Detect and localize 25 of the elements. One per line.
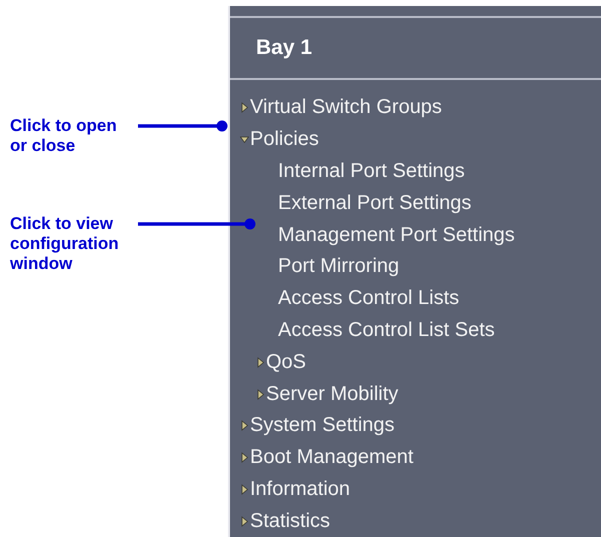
tree-item[interactable]: Virtual Switch Groups — [250, 96, 442, 120]
triangle-down-icon[interactable] — [240, 134, 249, 146]
tree-item[interactable]: QoS — [266, 350, 306, 374]
tree-item[interactable]: Policies — [250, 128, 319, 152]
triangle-right-icon[interactable] — [240, 452, 249, 464]
panel-title: Bay 1 — [256, 36, 312, 60]
callout-text: Click to open or close — [10, 116, 118, 156]
triangle-right-icon[interactable] — [240, 484, 249, 495]
tree-item[interactable]: System Settings — [250, 414, 395, 438]
triangle-right-icon[interactable] — [240, 102, 249, 114]
tree-item[interactable]: Management Port Settings — [278, 224, 515, 247]
callout-text: Click to view configuration window — [10, 214, 120, 274]
triangle-right-icon[interactable] — [256, 356, 265, 368]
tree-item[interactable]: Information — [250, 478, 350, 501]
tree-item[interactable]: Internal Port Settings — [278, 160, 465, 183]
tree-item[interactable]: Statistics — [250, 510, 330, 533]
tree-item[interactable]: Boot Management — [250, 446, 414, 470]
tree-item[interactable]: Port Mirroring — [278, 255, 400, 278]
triangle-right-icon[interactable] — [240, 516, 249, 527]
tree-item[interactable]: Server Mobility — [266, 382, 398, 406]
tree-item[interactable]: External Port Settings — [278, 192, 472, 215]
tree-item[interactable]: Access Control List Sets — [278, 318, 495, 342]
triangle-right-icon[interactable] — [256, 388, 265, 400]
tree-item[interactable]: Access Control Lists — [278, 287, 460, 310]
triangle-right-icon[interactable] — [240, 420, 249, 432]
